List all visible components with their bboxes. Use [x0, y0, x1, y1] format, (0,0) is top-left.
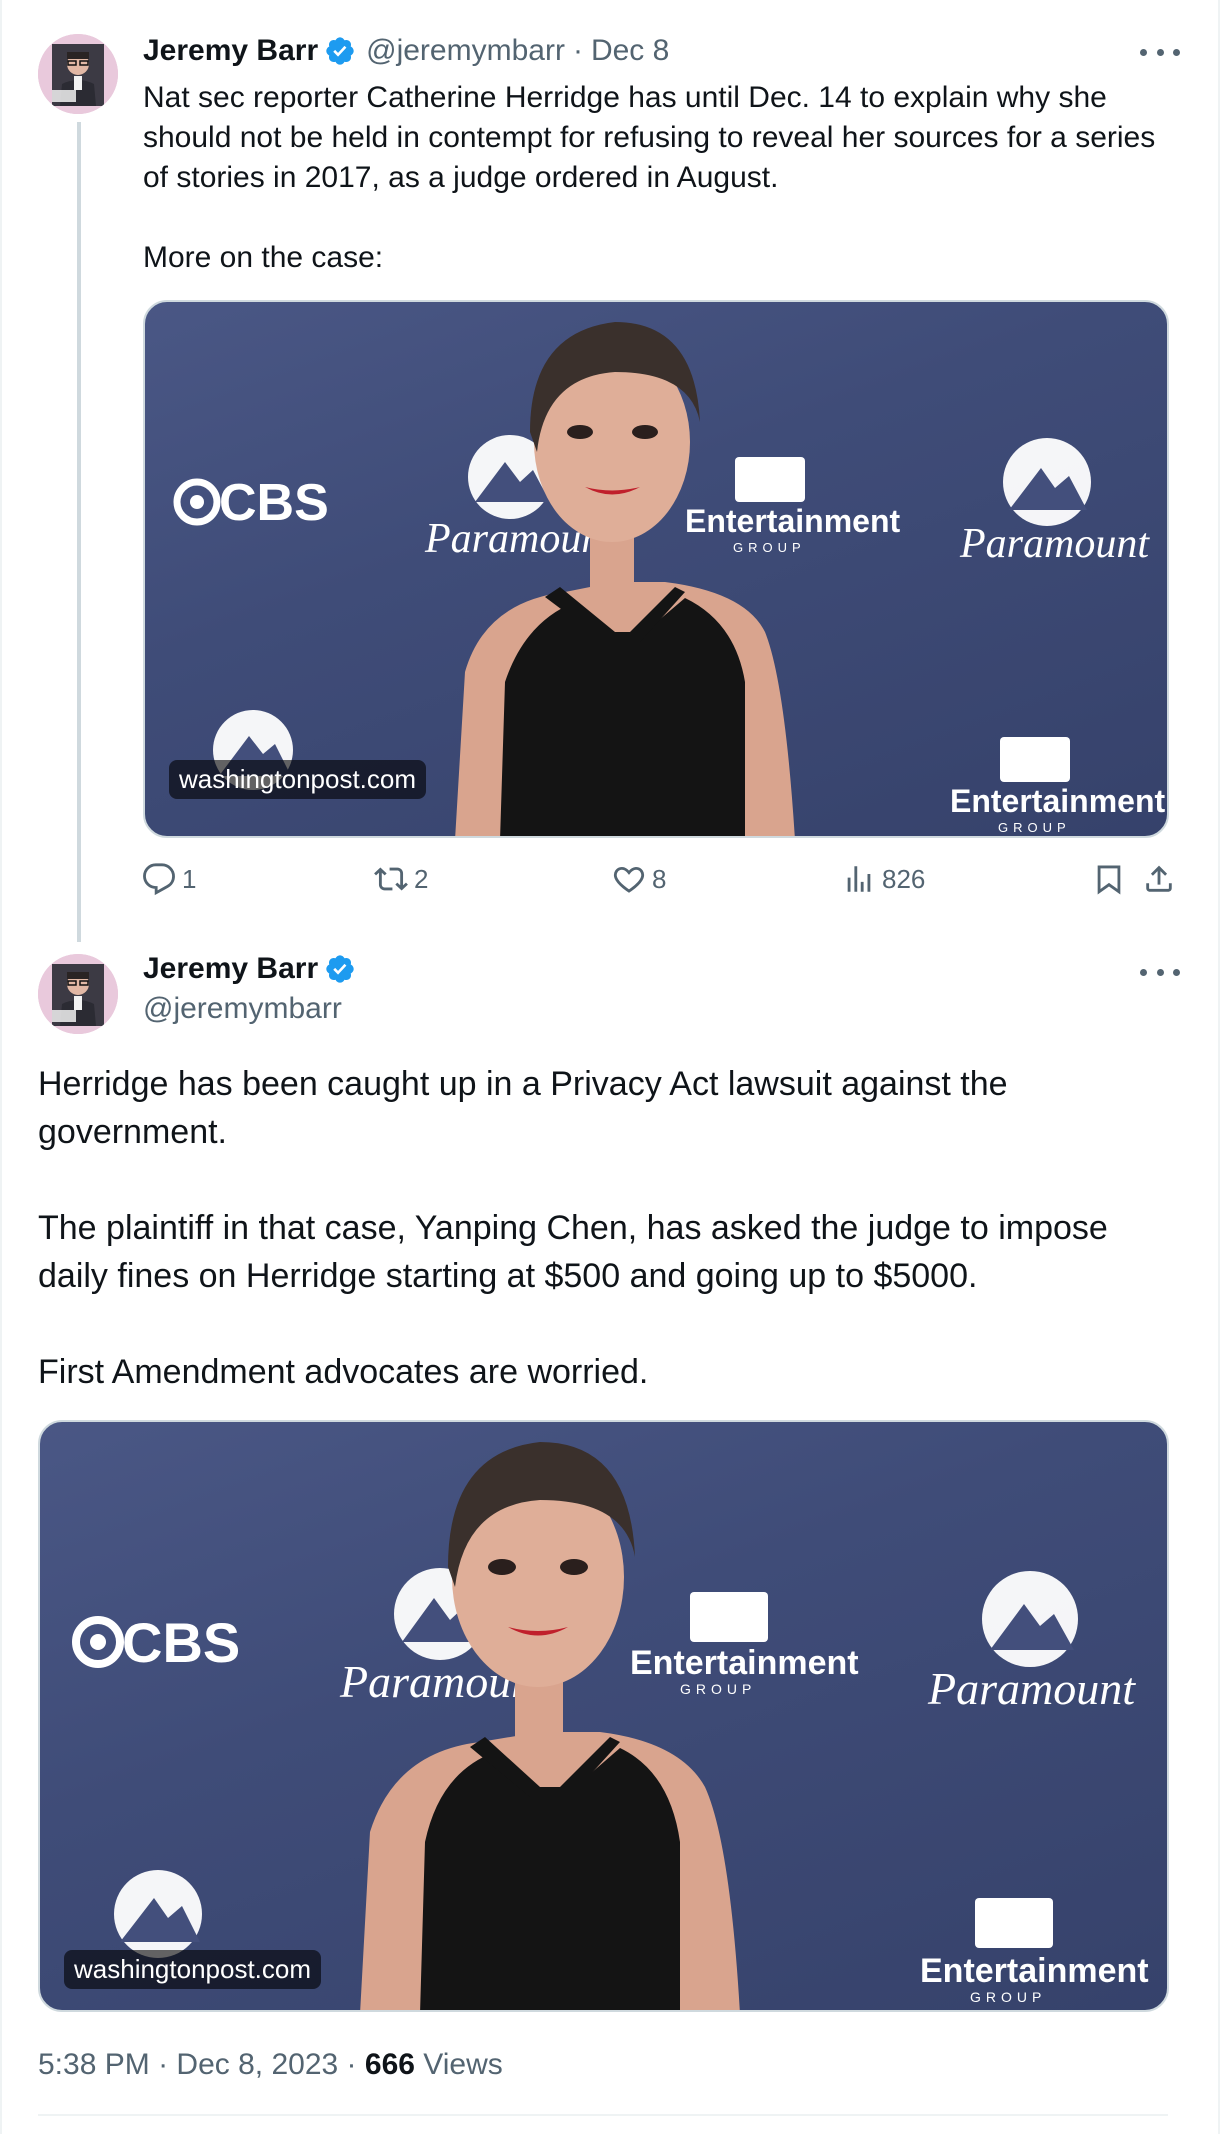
- tweet-text: Herridge has been caught up in a Privacy…: [38, 1065, 1108, 1391]
- more-icon[interactable]: [1140, 42, 1180, 62]
- views-label: Views: [423, 2048, 503, 2081]
- avatar[interactable]: [38, 954, 118, 1034]
- reply-button[interactable]: 1: [142, 862, 196, 896]
- more-icon[interactable]: [1140, 962, 1180, 982]
- logo-text: GROUP: [733, 540, 806, 555]
- reply-icon: [143, 863, 175, 896]
- logo-text: Entertainment: [630, 1644, 859, 1682]
- views-icon: [847, 866, 871, 892]
- media-source-label: washingtonpost.com: [64, 1950, 322, 1989]
- tweet-date[interactable]: Dec 8: [591, 34, 669, 68]
- logo-text: CBS: [122, 1611, 240, 1674]
- views-button[interactable]: 826: [842, 862, 925, 896]
- separator: ·: [346, 2048, 357, 2081]
- separator: ·: [572, 34, 583, 67]
- logo-text: Paramount: [959, 521, 1150, 567]
- retweet-icon: [374, 867, 408, 891]
- logo-text: GROUP: [680, 1681, 756, 1697]
- separator: ·: [158, 2048, 169, 2081]
- tweet-subheader: @jeremymbarr: [143, 992, 342, 1026]
- tweet-text: Nat sec reporter Catherine Herridge has …: [143, 81, 1156, 274]
- timestamp-time[interactable]: 5:38 PM: [38, 2048, 150, 2081]
- views-count: 666: [364, 2048, 415, 2081]
- tweet-header: Jeremy Barr: [143, 952, 356, 986]
- views-count: 826: [882, 863, 926, 894]
- bookmark-icon: [1097, 865, 1121, 895]
- tweet-actions: 1 2 8 826: [142, 862, 1172, 906]
- logo-text: Entertainment: [685, 503, 900, 539]
- tweet-header: Jeremy Barr @jeremymbarr · Dec 8: [143, 34, 669, 68]
- reply-count: 1: [182, 863, 197, 894]
- avatar[interactable]: [38, 34, 118, 114]
- share-button[interactable]: [1142, 862, 1182, 896]
- tweet-media-image[interactable]: CBS Paramount Entertainment GROUP Paramo…: [38, 1420, 1169, 2012]
- retweet-button[interactable]: 2: [374, 862, 428, 896]
- logo-text: GROUP: [970, 1989, 1046, 2005]
- author-name[interactable]: Jeremy Barr: [143, 952, 318, 986]
- tweet-timestamp: 5:38 PM · Dec 8, 2023 · 666 Views: [38, 2048, 503, 2082]
- share-icon: [1146, 865, 1172, 892]
- verified-badge-icon: [324, 35, 356, 67]
- bookmark-button[interactable]: [1092, 862, 1132, 896]
- tweet-media-image[interactable]: CBS Paramount Entertainment GROUP Paramo…: [143, 300, 1169, 838]
- author-handle[interactable]: @jeremymbarr: [366, 34, 565, 68]
- like-count: 8: [652, 863, 667, 894]
- logo-text: CBS: [219, 474, 329, 532]
- retweet-count: 2: [414, 863, 429, 894]
- like-button[interactable]: 8: [612, 862, 666, 896]
- logo-text: Paramount: [927, 1663, 1136, 1714]
- logo-text: Entertainment: [950, 783, 1165, 819]
- logo-text: GROUP: [998, 820, 1071, 835]
- verified-badge-icon: [324, 953, 356, 985]
- like-icon: [613, 866, 645, 893]
- media-source-label: washingtonpost.com: [169, 760, 427, 799]
- divider: [38, 2114, 1168, 2116]
- author-handle[interactable]: @jeremymbarr: [143, 992, 342, 1026]
- logo-text: Entertainment: [920, 1952, 1149, 1990]
- timestamp-date[interactable]: Dec 8, 2023: [176, 2048, 338, 2081]
- author-name[interactable]: Jeremy Barr: [143, 34, 318, 68]
- tweet-thread: Jeremy Barr @jeremymbarr · Dec 8 Nat sec…: [0, 0, 1220, 2134]
- thread-connector: [77, 122, 81, 942]
